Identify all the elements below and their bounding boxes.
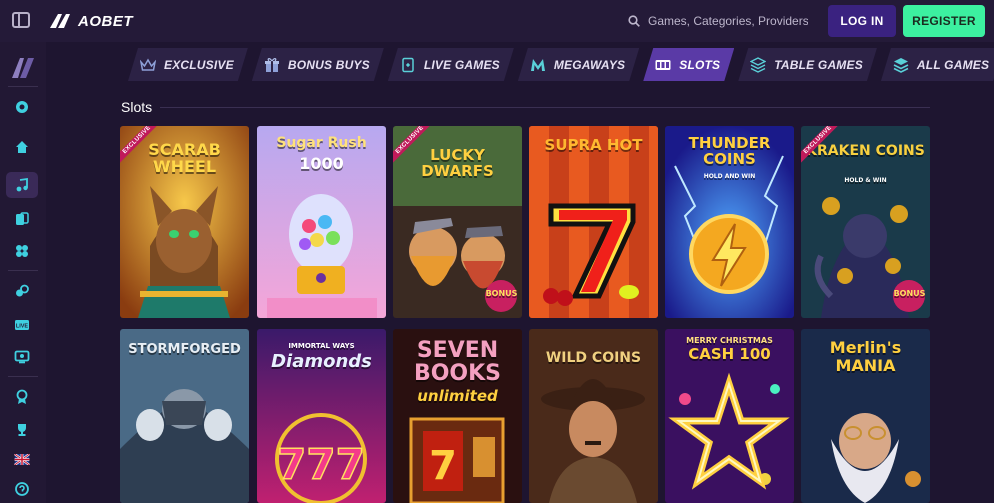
- svg-text:777: 777: [277, 440, 365, 489]
- live-icon[interactable]: LIVE: [6, 312, 38, 338]
- top-header: AOBET LOG IN REGISTER: [0, 0, 994, 42]
- game-title: CASH 100: [688, 345, 771, 363]
- clover-icon[interactable]: [6, 238, 38, 264]
- register-button[interactable]: REGISTER: [903, 5, 985, 37]
- game-card[interactable]: Merlin's MANIA: [801, 329, 930, 503]
- trophy-icon[interactable]: [6, 417, 38, 443]
- search-input[interactable]: [648, 14, 808, 28]
- game-subtitle: HOLD AND WIN: [703, 173, 756, 180]
- home-icon[interactable]: [6, 134, 38, 160]
- supra-hot-thumbnail: [529, 126, 658, 318]
- chips-icon[interactable]: [6, 278, 38, 304]
- game-title: Diamonds: [271, 351, 372, 372]
- game-title: Merlin's MANIA: [829, 338, 902, 375]
- tab-label: BONUS BUYS: [287, 57, 370, 72]
- game-title: KRAKEN COINS: [806, 143, 925, 159]
- tab-all-games[interactable]: ALL GAMES: [881, 48, 994, 81]
- slots-reel-icon: [655, 57, 671, 73]
- category-tabs: EXCLUSIVE BONUS BUYS LIVE GAMES MEGAWAYS…: [128, 48, 994, 81]
- tab-table-games[interactable]: TABLE GAMES: [738, 48, 877, 81]
- game-card[interactable]: SUPRA HOT: [529, 126, 658, 318]
- live-card-icon: [400, 57, 416, 73]
- game-card[interactable]: STORMFORGED: [120, 329, 249, 503]
- game-card[interactable]: KRAKEN COINS HOLD & WIN EXCLUSIVE BONUS: [801, 126, 930, 318]
- search-bar[interactable]: [620, 5, 820, 37]
- logo-mark-icon: [50, 14, 70, 28]
- game-card[interactable]: 777 IMMORTAL WAYS Diamonds: [257, 329, 386, 503]
- tab-label: SLOTS: [679, 57, 721, 72]
- tab-live-games[interactable]: LIVE GAMES: [388, 48, 514, 81]
- section-divider: [160, 107, 930, 108]
- login-button[interactable]: LOG IN: [828, 5, 896, 37]
- rail-divider: [8, 270, 38, 271]
- brand-icon[interactable]: [10, 56, 36, 78]
- tab-bonus-buys[interactable]: BONUS BUYS: [252, 48, 384, 81]
- section-title: Slots: [121, 99, 153, 115]
- tab-label: EXCLUSIVE: [164, 57, 234, 72]
- bonus-badge: BONUS: [893, 289, 926, 298]
- megaways-icon: [530, 57, 546, 73]
- game-title: SCARAB WHEEL: [148, 140, 221, 176]
- badge-icon[interactable]: [6, 384, 38, 410]
- game-card[interactable]: MERRY CHRISTMAS CASH 100: [665, 329, 794, 503]
- game-card[interactable]: WILD COINS: [529, 329, 658, 503]
- tab-megaways[interactable]: MEGAWAYS: [518, 48, 639, 81]
- tab-label: ALL GAMES: [916, 57, 990, 72]
- game-card[interactable]: SCARAB WHEEL EXCLUSIVE: [120, 126, 249, 318]
- layers-icon: [893, 57, 909, 73]
- game-title: LUCKY DWARFS: [421, 146, 494, 180]
- svg-text:7: 7: [429, 443, 457, 489]
- game-title: Sugar Rush: [276, 135, 367, 151]
- game-card[interactable]: 7 SEVEN BOOKS unlimited: [393, 329, 522, 503]
- rail-divider: [8, 376, 38, 377]
- stack-icon: [750, 57, 766, 73]
- cards-icon[interactable]: [6, 206, 38, 232]
- game-title: WILD COINS: [545, 350, 642, 366]
- site-logo[interactable]: AOBET: [50, 12, 133, 30]
- game-title: SEVEN BOOKS: [413, 338, 502, 387]
- game-title: SUPRA HOT: [544, 136, 643, 154]
- game-title: THUNDER COINS: [688, 134, 771, 168]
- tab-label: TABLE GAMES: [774, 57, 863, 72]
- game-subtitle: 1000: [299, 154, 344, 173]
- sports-icon[interactable]: [6, 94, 38, 120]
- game-card[interactable]: Sugar Rush 1000: [257, 126, 386, 318]
- crown-icon: [140, 57, 156, 73]
- tab-label: MEGAWAYS: [553, 57, 626, 72]
- gift-icon: [264, 57, 280, 73]
- live-label: LIVE: [16, 324, 29, 330]
- uk-flag-icon[interactable]: [6, 446, 38, 472]
- tv-icon[interactable]: [6, 344, 38, 370]
- game-card[interactable]: THUNDER COINS HOLD AND WIN: [665, 126, 794, 318]
- tab-slots[interactable]: SLOTS: [643, 48, 734, 81]
- tab-exclusive[interactable]: EXCLUSIVE: [128, 48, 248, 81]
- game-subtitle: HOLD & WIN: [844, 177, 887, 184]
- sidebar-toggle-icon[interactable]: [12, 12, 30, 28]
- rail-divider: [8, 86, 38, 87]
- game-subtitle: IMMORTAL WAYS: [288, 342, 355, 350]
- support-icon[interactable]: [6, 476, 38, 502]
- left-nav-rail: LIVE: [0, 42, 46, 503]
- tab-label: LIVE GAMES: [423, 57, 500, 72]
- game-title: STORMFORGED: [128, 342, 241, 357]
- game-subtitle: unlimited: [417, 387, 498, 405]
- bonus-badge: BONUS: [485, 289, 518, 298]
- game-card[interactable]: LUCKY DWARFS EXCLUSIVE BONUS: [393, 126, 522, 318]
- logo-text: AOBET: [78, 12, 133, 30]
- search-icon: [628, 15, 640, 27]
- slots-icon[interactable]: [6, 172, 38, 198]
